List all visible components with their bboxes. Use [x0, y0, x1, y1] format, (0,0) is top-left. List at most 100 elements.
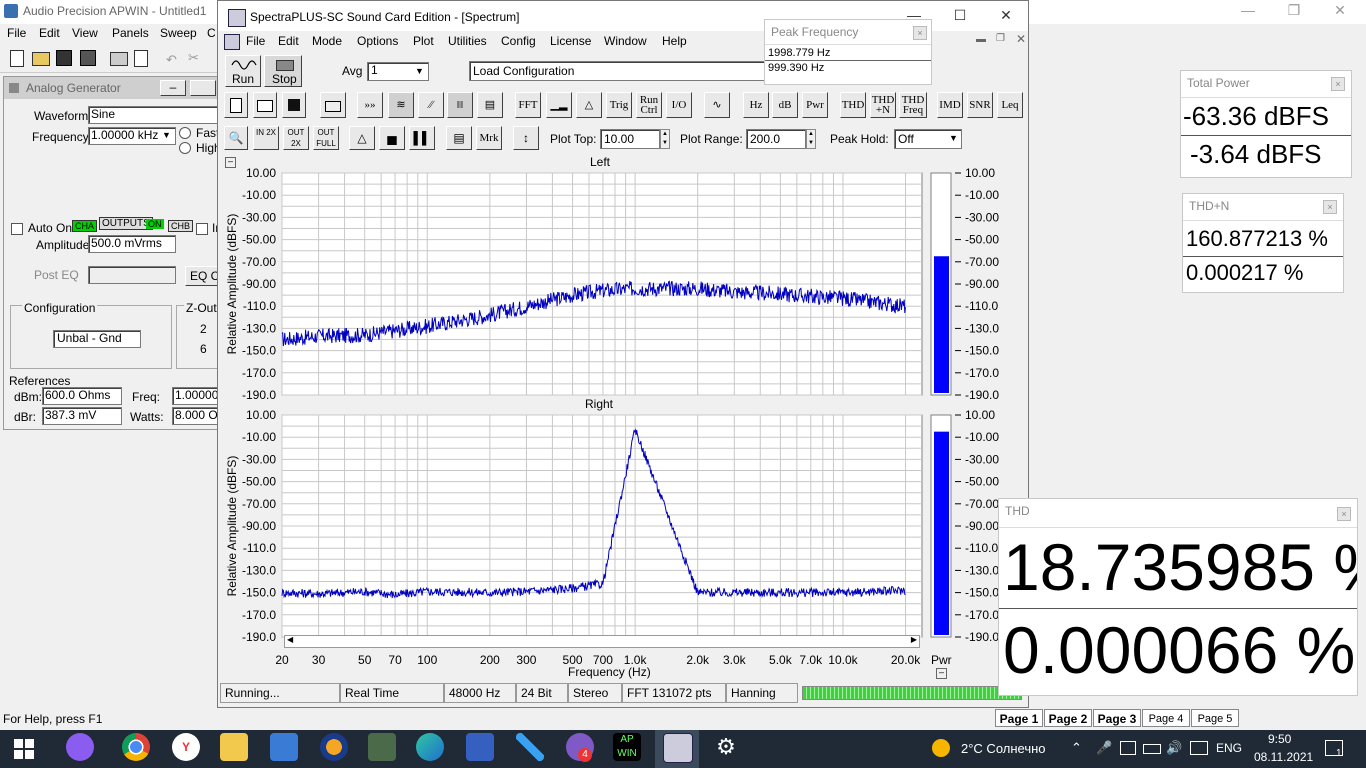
right-meter-tick-label: -90.00 [965, 519, 999, 533]
weather-sun-icon[interactable] [932, 739, 950, 757]
edge-icon[interactable] [416, 733, 444, 761]
thdn-meter: THD+N × 160.877213 % 0.000217 % [1182, 193, 1344, 293]
status-window: Hanning [726, 683, 798, 703]
x-tick-label: 300 [516, 653, 536, 667]
x-tick-label: 100 [417, 653, 437, 667]
x-tick-label: 50 [358, 653, 372, 667]
left-meter-tick-label: -110.0 [965, 299, 998, 313]
left-y-tick-label: 10.00 [246, 166, 276, 180]
x-tick-label: 70 [388, 653, 402, 667]
pwr-axis-label: Pwr [931, 653, 952, 667]
left-meter-tick-label: 10.00 [965, 166, 995, 180]
right-meter-tick-label: -70.00 [965, 497, 999, 511]
thd-value-2: 0.000066 % [1003, 613, 1356, 687]
left-meter-tick-label: -10.00 [965, 188, 999, 202]
x-axis-title: Frequency (Hz) [568, 665, 651, 679]
notification-badge: 1 [1336, 748, 1342, 759]
left-level-meter-bar [934, 256, 949, 393]
right-meter-tick-label: -130.0 [965, 563, 999, 577]
status-state: Running... [220, 683, 340, 703]
x-tick-label: 20.0k [891, 653, 921, 667]
total-power-value-2: -3.64 dBFS [1190, 139, 1322, 169]
outlook-icon[interactable] [270, 733, 298, 761]
right-meter-tick-label: -190.0 [965, 630, 999, 644]
right-meter-tick-label: -110.0 [965, 541, 998, 555]
right-y-tick-label: -70.00 [242, 497, 276, 511]
app-monitor-icon[interactable] [368, 733, 396, 761]
status-rate: 48000 Hz [444, 683, 516, 703]
volume-icon[interactable]: 🔊 [1166, 740, 1182, 756]
x-tick-label: 2.0k [686, 653, 710, 667]
left-y-tick-label: -50.00 [242, 233, 276, 247]
windows-start-icon[interactable] [14, 739, 34, 759]
weather-text[interactable]: 2°C Солнечно [961, 741, 1046, 756]
left-y-tick-label: -150.0 [242, 344, 276, 358]
thdn-value-2: 0.000217 % [1186, 260, 1304, 285]
left-y-tick-label: -70.00 [242, 255, 276, 269]
left-y-tick-label: -10.00 [242, 188, 276, 202]
right-meter-tick-label: -50.00 [965, 475, 999, 489]
peak-frequency-meter: Peak Frequency × 1998.779 Hz 999.390 Hz [764, 19, 932, 85]
settings-gear-icon[interactable]: ⚙ [712, 733, 740, 761]
level-progress-bar [802, 686, 1022, 700]
battery-icon[interactable] [1143, 744, 1161, 754]
right-y-tick-label: 10.00 [246, 408, 276, 422]
left-y-tick-label: -130.0 [242, 321, 276, 335]
right-meter-tick-label: -150.0 [965, 586, 999, 600]
pwr-collapse-icon[interactable]: – [936, 668, 947, 679]
x-tick-label: 7.0k [799, 653, 823, 667]
left-y-tick-label: -30.00 [242, 210, 276, 224]
tray-app-icon[interactable] [1120, 741, 1136, 755]
thd-header: THD × [999, 499, 1357, 528]
right-y-axis-title: Relative Amplitude (dBFS) [225, 456, 239, 597]
thdn-value-1: 160.877213 % [1183, 221, 1343, 257]
thd-value-1: 18.735985 % [999, 528, 1357, 609]
file-explorer-icon[interactable] [220, 733, 248, 761]
right-y-tick-label: -50.00 [242, 475, 276, 489]
microphone-icon[interactable]: 🎤 [1096, 740, 1112, 756]
language-indicator[interactable]: ENG [1216, 741, 1242, 755]
scroll-left-icon[interactable]: ◀ [287, 635, 293, 644]
network-icon[interactable] [1190, 741, 1208, 755]
x-tick-label: 200 [480, 653, 500, 667]
left-y-tick-label: -190.0 [242, 388, 276, 402]
right-y-tick-label: -90.00 [242, 519, 276, 533]
left-y-axis-title: Relative Amplitude (dBFS) [225, 214, 239, 355]
right-meter-tick-label: -170.0 [965, 608, 999, 622]
peak-frequency-value-2: 999.390 Hz [768, 62, 825, 74]
thd-close-icon[interactable]: × [1337, 507, 1351, 521]
right-y-tick-label: -170.0 [242, 608, 276, 622]
left-meter-tick-label: -70.00 [965, 255, 999, 269]
thdn-close-icon[interactable]: × [1323, 200, 1337, 214]
left-meter-tick-label: -130.0 [965, 321, 999, 335]
left-meter-tick-label: -150.0 [965, 344, 999, 358]
total-power-close-icon[interactable]: × [1331, 77, 1345, 91]
app-flag-icon[interactable] [516, 733, 544, 761]
yandex-browser-icon[interactable]: Y [172, 733, 200, 761]
save-app-icon[interactable] [466, 733, 494, 761]
scroll-right-icon[interactable]: ▶ [911, 635, 917, 644]
left-meter-tick-label: -50.00 [965, 233, 999, 247]
clock-time[interactable]: 9:50 [1268, 732, 1291, 746]
apwin-taskbar-icon[interactable]: AP WIN [613, 733, 641, 761]
left-y-tick-label: -170.0 [242, 366, 276, 380]
total-power-title: Total Power [1187, 76, 1250, 90]
peak-frequency-close-icon[interactable]: × [913, 26, 927, 40]
plot-scrollbar[interactable]: ◀ ▶ [284, 635, 920, 648]
right-y-tick-label: -190.0 [242, 630, 276, 644]
thdn-header: THD+N × [1183, 194, 1343, 221]
right-y-tick-label: -30.00 [242, 452, 276, 466]
tray-chevron-icon[interactable]: ⌃ [1071, 740, 1082, 756]
chrome-icon[interactable] [122, 733, 150, 761]
thdn-title: THD+N [1189, 199, 1230, 213]
peak-frequency-header: Peak Frequency × [765, 20, 931, 45]
x-tick-label: 3.0k [723, 653, 747, 667]
right-y-tick-label: -10.00 [242, 430, 276, 444]
clock-date[interactable]: 08.11.2021 [1254, 750, 1313, 764]
cortana-icon[interactable] [66, 733, 94, 761]
status-fft: FFT 131072 pts [622, 683, 726, 703]
app-fire-icon[interactable] [320, 733, 348, 761]
x-tick-label: 10.0k [828, 653, 858, 667]
spectraplus-taskbar-icon[interactable] [663, 733, 693, 763]
peak-frequency-value-1: 1998.779 Hz [765, 45, 931, 61]
